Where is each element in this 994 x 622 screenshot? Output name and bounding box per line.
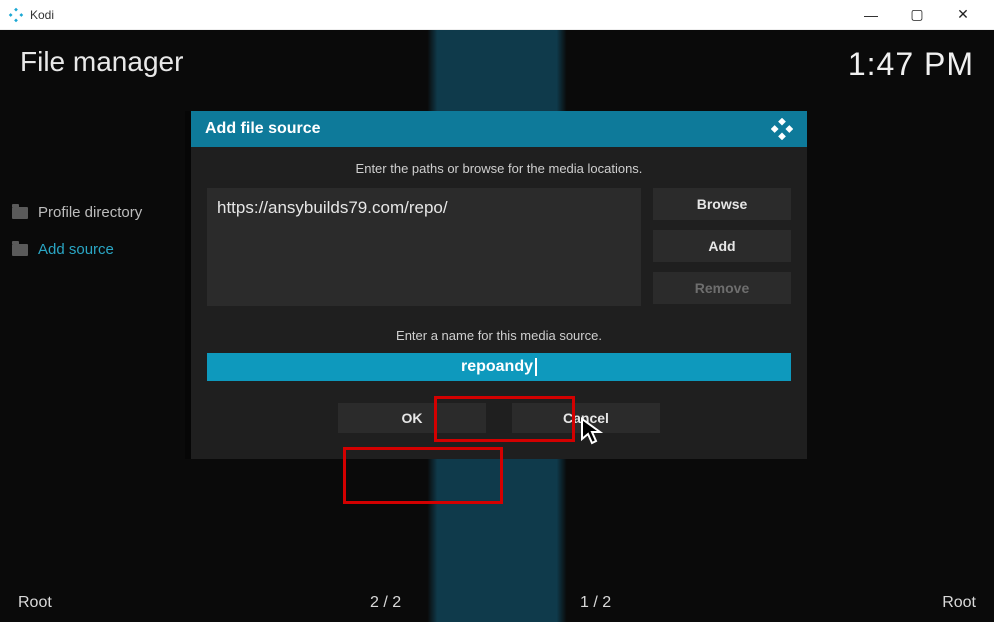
kodi-header: File manager 1:47 PM <box>0 30 994 99</box>
footer-pager-left: 2 / 2 <box>370 594 401 612</box>
remove-button[interactable]: Remove <box>653 272 791 304</box>
folder-icon <box>12 207 28 219</box>
window-titlebar: Kodi — ▢ ✕ <box>0 0 994 30</box>
kodi-logo-icon <box>771 118 793 140</box>
window-controls: — ▢ ✕ <box>848 0 986 30</box>
list-item-add-source[interactable]: Add source <box>12 241 142 258</box>
paths-instruction: Enter the paths or browse for the media … <box>207 161 791 176</box>
dialog-titlebar: Add file source <box>191 111 807 147</box>
source-name-value: repoandy <box>461 358 533 375</box>
kodi-app-icon <box>8 7 24 23</box>
clock: 1:47 PM <box>848 46 974 83</box>
footer-left-label: Root <box>18 594 478 612</box>
add-file-source-dialog: Add file source Enter the paths or brows… <box>191 111 807 459</box>
footer-right-label: Root <box>478 594 976 612</box>
dialog-body: Enter the paths or browse for the media … <box>191 147 807 459</box>
text-cursor <box>535 358 537 376</box>
page-title: File manager <box>20 46 183 78</box>
add-button[interactable]: Add <box>653 230 791 262</box>
ok-button[interactable]: OK <box>338 403 486 433</box>
list-item-label: Add source <box>38 241 114 258</box>
maximize-button[interactable]: ▢ <box>894 0 940 30</box>
source-name-input[interactable]: repoandy <box>207 353 791 381</box>
list-item-label: Profile directory <box>38 204 142 221</box>
app-title: Kodi <box>30 8 848 22</box>
cancel-button[interactable]: Cancel <box>512 403 660 433</box>
list-item-profile-directory[interactable]: Profile directory <box>12 204 142 221</box>
name-instruction: Enter a name for this media source. <box>207 328 791 343</box>
close-button[interactable]: ✕ <box>940 0 986 30</box>
folder-icon <box>12 244 28 256</box>
footer-pager-right: 1 / 2 <box>580 594 611 612</box>
file-list-left: Profile directory Add source <box>12 204 142 278</box>
path-input[interactable]: https://ansybuilds79.com/repo/ <box>207 188 641 306</box>
minimize-button[interactable]: — <box>848 0 894 30</box>
status-bar: Root 2 / 2 1 / 2 Root <box>0 588 994 622</box>
browse-button[interactable]: Browse <box>653 188 791 220</box>
dialog-title: Add file source <box>205 120 321 138</box>
